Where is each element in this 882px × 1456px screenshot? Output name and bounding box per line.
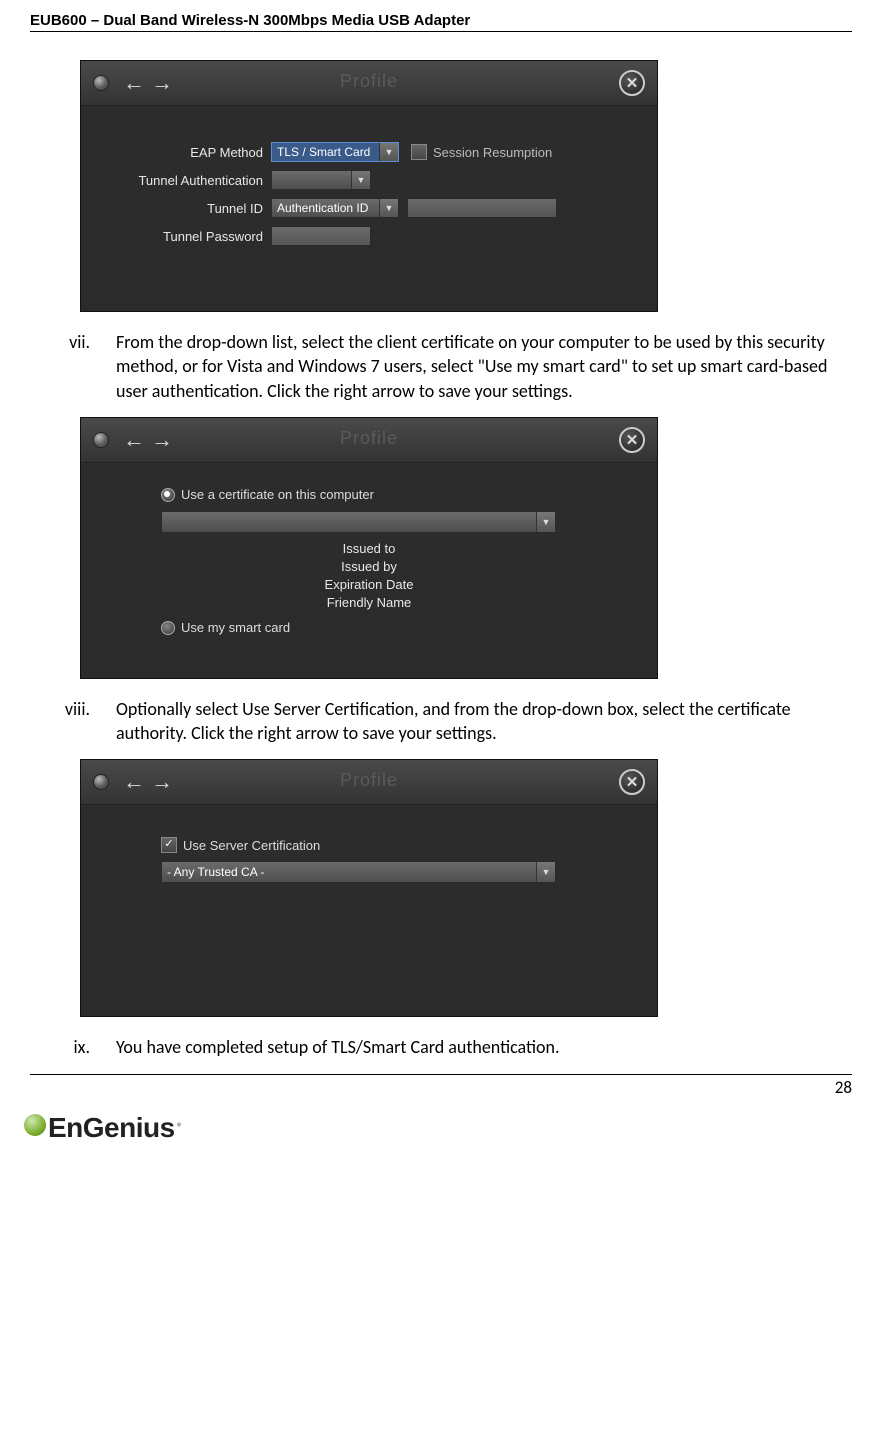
expiration-date-label: Expiration Date bbox=[161, 577, 577, 592]
use-certificate-label: Use a certificate on this computer bbox=[181, 487, 374, 502]
issued-to-label: Issued to bbox=[161, 541, 577, 556]
nav-dot-icon[interactable] bbox=[93, 432, 109, 448]
page-header: EUB600 – Dual Band Wireless-N 300Mbps Me… bbox=[30, 12, 852, 32]
issued-by-label: Issued by bbox=[161, 559, 577, 574]
eap-method-label: EAP Method bbox=[103, 145, 271, 160]
tunnel-id-value: Authentication ID bbox=[277, 201, 368, 215]
page-number: 28 bbox=[30, 1074, 852, 1098]
ca-value: - Any Trusted CA - bbox=[167, 865, 264, 879]
tunnel-id-select[interactable]: Authentication ID ▼ bbox=[271, 198, 399, 218]
close-icon[interactable]: ✕ bbox=[619, 427, 645, 453]
nav-dot-icon[interactable] bbox=[93, 774, 109, 790]
certificate-select[interactable]: ▼ bbox=[161, 511, 556, 533]
chevron-down-icon: ▼ bbox=[351, 171, 370, 189]
nav-back-icon[interactable]: ← bbox=[123, 771, 145, 793]
step-text: From the drop-down list, select the clie… bbox=[116, 330, 852, 403]
nav-back-icon[interactable]: ← bbox=[123, 72, 145, 94]
tunnel-id-label: Tunnel ID bbox=[103, 201, 271, 216]
eap-method-value: TLS / Smart Card bbox=[277, 145, 370, 159]
nav-forward-icon[interactable]: → bbox=[151, 72, 173, 94]
use-certificate-radio[interactable] bbox=[161, 488, 175, 502]
logo-icon bbox=[24, 1114, 46, 1136]
step-number: ix. bbox=[30, 1035, 116, 1059]
tunnel-auth-select[interactable]: ▼ bbox=[271, 170, 371, 190]
use-server-cert-label: Use Server Certification bbox=[183, 838, 320, 853]
registered-icon: ® bbox=[177, 1121, 183, 1135]
chevron-down-icon: ▼ bbox=[536, 862, 555, 882]
nav-forward-icon[interactable]: → bbox=[151, 771, 173, 793]
eap-method-select[interactable]: TLS / Smart Card ▼ bbox=[271, 142, 399, 162]
dialog-header: ← → Profile ✕ bbox=[81, 61, 657, 106]
profile-dialog-eap: ← → Profile ✕ EAP Method TLS / Smart Car… bbox=[80, 60, 658, 312]
dialog-header: ← → Profile ✕ bbox=[81, 760, 657, 805]
profile-dialog-certificate: ← → Profile ✕ Use a certificate on this … bbox=[80, 417, 658, 679]
session-resumption-label: Session Resumption bbox=[433, 145, 552, 160]
logo-text: EnGenius bbox=[48, 1112, 175, 1144]
tunnel-password-input[interactable] bbox=[271, 226, 371, 246]
dialog-header: ← → Profile ✕ bbox=[81, 418, 657, 463]
session-resumption-checkbox[interactable] bbox=[411, 144, 427, 160]
tunnel-auth-label: Tunnel Authentication bbox=[103, 173, 271, 188]
step-text: Optionally select Use Server Certificati… bbox=[116, 697, 852, 746]
tunnel-password-label: Tunnel Password bbox=[103, 229, 271, 244]
use-server-cert-checkbox[interactable] bbox=[161, 837, 177, 853]
nav-back-icon[interactable]: ← bbox=[123, 429, 145, 451]
close-icon[interactable]: ✕ bbox=[619, 70, 645, 96]
step-number: viii. bbox=[30, 697, 116, 746]
close-icon[interactable]: ✕ bbox=[619, 769, 645, 795]
dialog-title: Profile bbox=[340, 770, 398, 791]
nav-dot-icon[interactable] bbox=[93, 75, 109, 91]
tunnel-id-input[interactable] bbox=[407, 198, 557, 218]
use-smart-card-label: Use my smart card bbox=[181, 620, 290, 635]
dialog-title: Profile bbox=[340, 428, 398, 449]
friendly-name-label: Friendly Name bbox=[161, 595, 577, 610]
footer: EnGenius ® bbox=[0, 1108, 882, 1154]
step-text: You have completed setup of TLS/Smart Ca… bbox=[116, 1035, 852, 1059]
use-smart-card-radio[interactable] bbox=[161, 621, 175, 635]
dialog-title: Profile bbox=[340, 71, 398, 92]
chevron-down-icon: ▼ bbox=[536, 512, 555, 532]
chevron-down-icon: ▼ bbox=[379, 199, 398, 217]
step-number: vii. bbox=[30, 330, 116, 403]
chevron-down-icon: ▼ bbox=[379, 143, 398, 161]
ca-select[interactable]: - Any Trusted CA - ▼ bbox=[161, 861, 556, 883]
nav-forward-icon[interactable]: → bbox=[151, 429, 173, 451]
profile-dialog-server-cert: ← → Profile ✕ Use Server Certification -… bbox=[80, 759, 658, 1017]
